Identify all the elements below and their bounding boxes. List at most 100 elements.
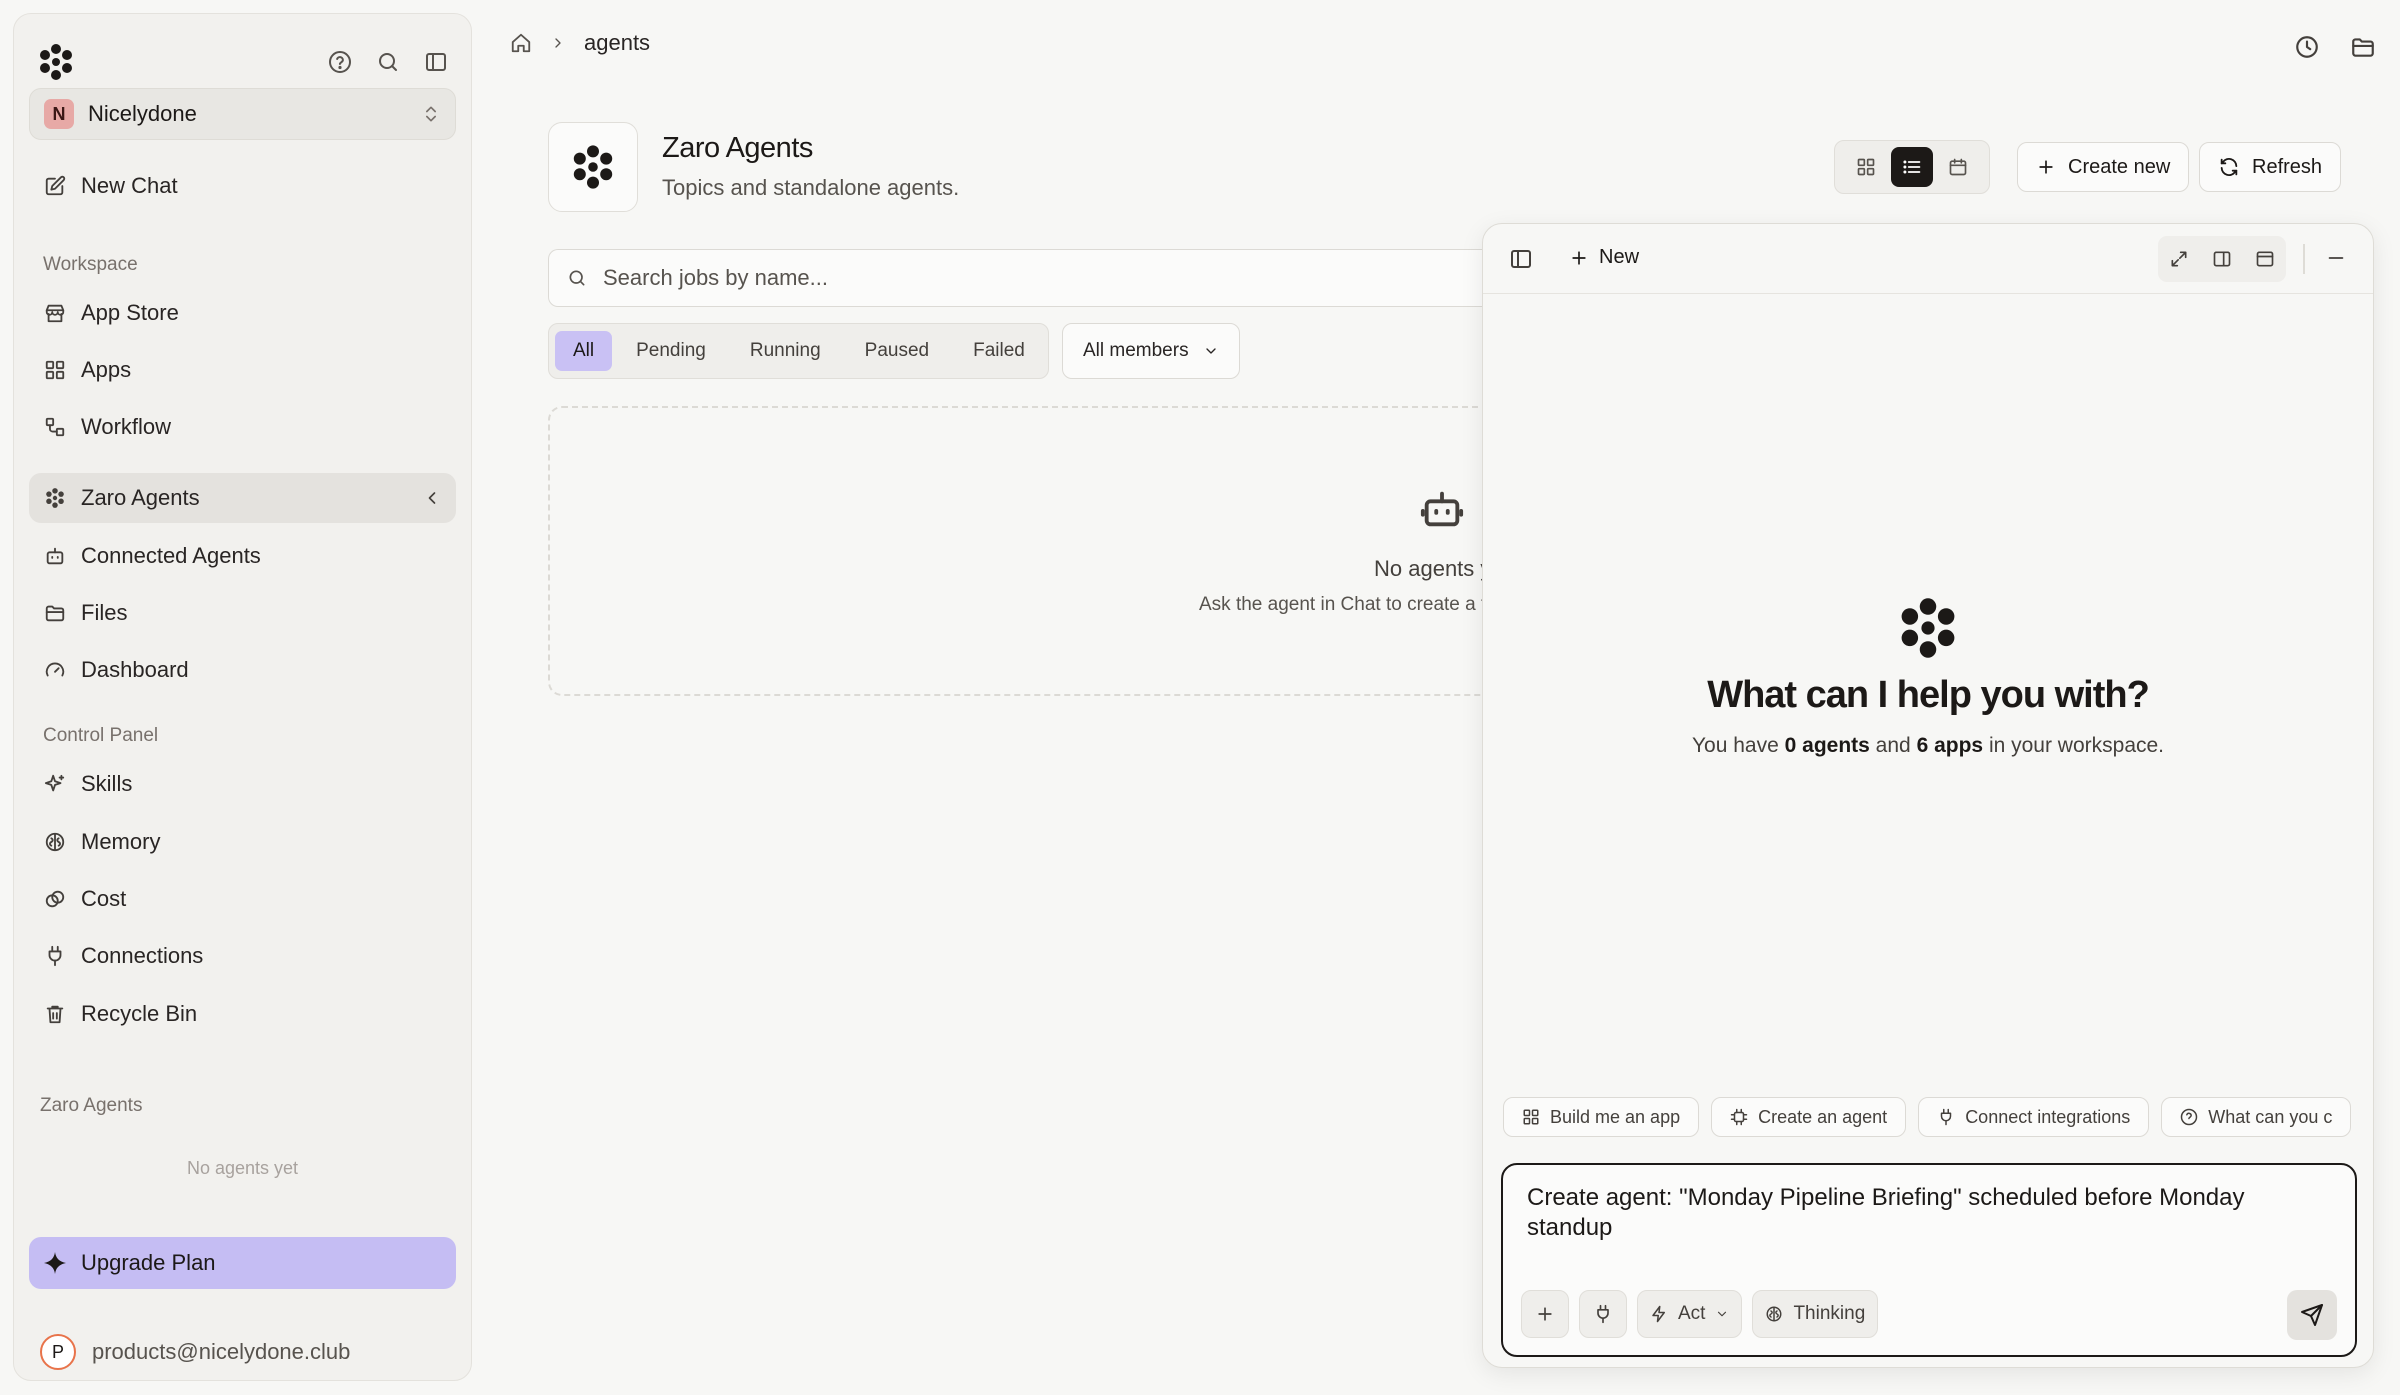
refresh-icon: [2220, 158, 2238, 176]
search-icon[interactable]: [375, 49, 401, 75]
filter-tab-all[interactable]: All: [555, 331, 613, 371]
sidebar-item-label: Files: [81, 600, 128, 625]
upgrade-plan-label: Upgrade Plan: [81, 1250, 216, 1275]
workspace-name: Nicelydone: [88, 101, 197, 126]
summary-suffix: in your workspace.: [1988, 734, 2165, 757]
workflow-icon: [43, 415, 67, 439]
sidebar-item-recycle-bin[interactable]: Recycle Bin: [29, 989, 456, 1039]
filter-tab-running[interactable]: Running: [730, 331, 841, 371]
sidebar-item-label: Workflow: [81, 414, 172, 439]
section-workspace: Workspace: [43, 254, 138, 275]
panel-toggle-icon[interactable]: [1509, 247, 1533, 271]
zaro-logo-icon[interactable]: [36, 42, 76, 82]
sidebar-item-label: Memory: [81, 829, 161, 854]
sidebar-item-label: Connections: [81, 943, 204, 968]
chip-connect-integrations[interactable]: Connect integrations: [1918, 1097, 2150, 1137]
sidebar-item-workflow[interactable]: Workflow: [29, 402, 456, 452]
chevron-left-icon[interactable]: [422, 488, 442, 508]
sparkle-icon: [44, 1252, 66, 1274]
sidebar-item-files[interactable]: Files: [29, 588, 456, 638]
folder-icon: [43, 601, 67, 625]
message-input[interactable]: Create agent: "Monday Pipeline Briefing"…: [1527, 1183, 2327, 1263]
chevrons-up-down-icon: [421, 104, 441, 124]
integrations-button[interactable]: [1579, 1290, 1627, 1338]
thinking-toggle[interactable]: Thinking: [1752, 1290, 1879, 1338]
sidebar-item-zaro-agents[interactable]: Zaro Agents: [29, 473, 456, 523]
chip-build-app[interactable]: Build me an app: [1503, 1097, 1700, 1137]
mode-dropdown[interactable]: Act: [1637, 1290, 1743, 1338]
sidebar-item-label: Zaro Agents: [81, 485, 200, 510]
attach-button[interactable]: [1521, 1290, 1569, 1338]
home-icon[interactable]: [510, 32, 532, 54]
empty-state-title: No agents y: [1374, 556, 1492, 581]
refresh-button[interactable]: Refresh: [2199, 142, 2342, 192]
window-icon[interactable]: [2255, 249, 2275, 269]
workspace-switcher[interactable]: N Nicelydone: [29, 88, 456, 140]
new-chat-label: New: [1599, 246, 1640, 268]
chip-label: What can you c: [2208, 1106, 2333, 1127]
grid-view-button[interactable]: [1845, 147, 1887, 187]
chip-label: Create an agent: [1758, 1106, 1888, 1127]
chevron-down-icon: [1205, 348, 1216, 354]
sidebar-item-skills[interactable]: Skills: [29, 759, 456, 809]
sidebar-item-apps[interactable]: Apps: [29, 345, 456, 395]
search-input[interactable]: [603, 265, 1403, 291]
filter-tab-pending[interactable]: Pending: [616, 331, 726, 371]
chip-create-agent[interactable]: Create an agent: [1711, 1097, 1907, 1137]
refresh-label: Refresh: [2252, 155, 2323, 178]
sidebar-toggle-icon[interactable]: [423, 49, 449, 75]
chat-panel: New What can I help you with? You have 0…: [1482, 223, 2374, 1368]
send-icon: [2301, 1304, 2323, 1326]
section-zaro-agents: Zaro Agents: [40, 1095, 143, 1116]
upgrade-plan-button[interactable]: Upgrade Plan: [29, 1237, 456, 1289]
calendar-view-button[interactable]: [1937, 147, 1979, 187]
chat-heading: What can I help you with?: [1707, 674, 2150, 716]
apps-count: 6 apps: [1916, 734, 1984, 757]
page-title: Zaro Agents: [662, 132, 813, 164]
create-new-button[interactable]: Create new: [2017, 142, 2190, 192]
plus-icon: [1572, 250, 1586, 265]
chat-composer: Create agent: "Monday Pipeline Briefing"…: [1501, 1163, 2357, 1357]
new-chat-button[interactable]: New: [1569, 246, 1639, 269]
plus-icon: [2039, 160, 2053, 174]
split-view-icon[interactable]: [2212, 249, 2232, 269]
chip-label: Connect integrations: [1965, 1106, 2131, 1127]
user-profile[interactable]: P products@nicelydone.club: [40, 1334, 350, 1370]
grid-icon: [43, 358, 67, 382]
sidebar-item-label: Skills: [81, 771, 133, 796]
header-actions: [2294, 34, 2376, 60]
sidebar-item-memory[interactable]: Memory: [29, 817, 456, 867]
send-button[interactable]: [2287, 1290, 2337, 1340]
members-label: All members: [1083, 340, 1189, 361]
sparkles-icon: [43, 772, 67, 796]
chat-header: New: [1483, 224, 2373, 294]
calendar-icon: [1949, 158, 1967, 176]
bot-icon: [1419, 486, 1465, 532]
sidebar-item-cost[interactable]: Cost: [29, 874, 456, 924]
sidebar-item-label: Recycle Bin: [81, 1001, 198, 1026]
coins-icon: [43, 887, 67, 911]
new-chat-button[interactable]: New Chat: [29, 161, 456, 211]
sidebar-item-app-store[interactable]: App Store: [29, 288, 456, 338]
sidebar-item-dashboard[interactable]: Dashboard: [29, 645, 456, 695]
chip-what-can-you-do[interactable]: What can you c: [2161, 1097, 2352, 1137]
sidebar: N Nicelydone New Chat Workspace App Stor…: [13, 13, 472, 1381]
user-email: products@nicelydone.club: [92, 1339, 351, 1364]
filter-tab-paused[interactable]: Paused: [845, 331, 949, 371]
sidebar-item-label: Apps: [81, 357, 132, 382]
list-icon: [1903, 160, 1921, 174]
sidebar-item-connections[interactable]: Connections: [29, 931, 456, 981]
page-icon: [548, 122, 638, 212]
filter-tab-failed[interactable]: Failed: [953, 331, 1045, 371]
history-icon[interactable]: [2294, 34, 2320, 60]
folder-open-icon[interactable]: [2350, 34, 2376, 60]
sidebar-item-connected-agents[interactable]: Connected Agents: [29, 531, 456, 581]
workspace-summary: You have 0 agents and 6 apps in your wor…: [1483, 734, 2373, 758]
members-dropdown[interactable]: All members: [1062, 323, 1240, 379]
list-view-button[interactable]: [1891, 147, 1933, 187]
help-icon[interactable]: [327, 49, 353, 75]
sidebar-item-label: Dashboard: [81, 657, 189, 682]
section-control-panel: Control Panel: [43, 725, 159, 746]
expand-icon[interactable]: [2169, 249, 2189, 269]
minimize-icon[interactable]: [2325, 247, 2347, 269]
